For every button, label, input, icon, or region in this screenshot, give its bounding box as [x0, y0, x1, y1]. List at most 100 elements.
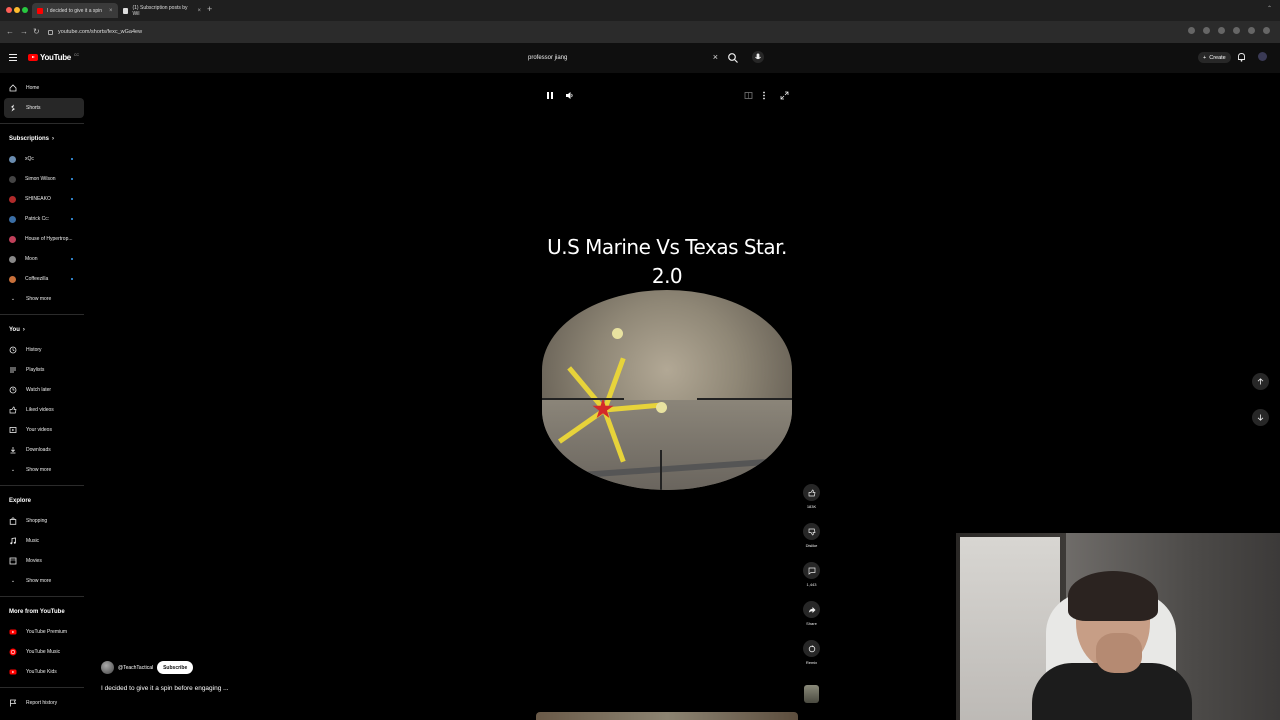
sidebar-item-subscription[interactable]: Simon Wilson: [0, 169, 84, 189]
chevron-down-icon: ⌄: [10, 467, 16, 473]
show-more-you[interactable]: ⌄ Show more: [0, 460, 84, 480]
like-action[interactable]: 183K: [803, 484, 820, 509]
sidebar-item-subscription[interactable]: Moon: [0, 249, 84, 269]
forward-icon[interactable]: →: [20, 27, 28, 36]
next-short-preview[interactable]: [536, 712, 798, 720]
sidebar-item-subscription[interactable]: Coffeezilla: [0, 269, 84, 289]
new-tab-icon[interactable]: +: [207, 4, 212, 14]
menu-icon[interactable]: [1263, 27, 1270, 34]
close-window-icon[interactable]: [6, 7, 12, 13]
video-caption[interactable]: I decided to give it a spin before engag…: [101, 685, 229, 692]
remix-action[interactable]: Remix: [803, 640, 820, 665]
sidebar-item-shorts[interactable]: Shorts: [4, 98, 84, 118]
sidebar-item-watch-later[interactable]: Watch later: [0, 380, 84, 400]
sidebar-section-you[interactable]: You ›: [0, 320, 84, 340]
channel-name[interactable]: @TeachTactical: [118, 665, 153, 671]
chevron-right-icon: ›: [22, 327, 25, 333]
music-icon: [10, 537, 16, 545]
minimize-window-icon[interactable]: [14, 7, 20, 13]
sidebar-item-subscription[interactable]: xQc: [0, 149, 84, 169]
sidebar-item-subscription[interactable]: House of Hypertrop...: [0, 229, 84, 249]
sound-thumbnail[interactable]: [804, 685, 819, 703]
reload-icon[interactable]: ↻: [33, 27, 40, 36]
profile-icon[interactable]: [1248, 27, 1255, 34]
sidebar-item-playlists[interactable]: Playlists: [0, 360, 84, 380]
fullscreen-icon[interactable]: [780, 91, 789, 100]
notifications-bell-icon[interactable]: [1237, 52, 1246, 62]
sidebar-item-home[interactable]: Home: [0, 78, 84, 98]
search-input[interactable]: professor jiang ×: [520, 50, 722, 66]
share-action[interactable]: Share: [803, 601, 820, 626]
maximize-window-icon[interactable]: [22, 7, 28, 13]
person-hand: [1096, 633, 1142, 673]
sidebar-item-label: SHINEAKO: [25, 196, 51, 202]
microphone-icon[interactable]: [752, 51, 764, 63]
sidebar-item-label: xQc: [25, 156, 34, 162]
back-icon[interactable]: ←: [6, 27, 14, 36]
captions-icon[interactable]: [744, 91, 753, 100]
close-tab-icon[interactable]: ×: [109, 8, 113, 14]
next-short-button[interactable]: [1252, 409, 1269, 426]
sidebar-item-label: History: [26, 347, 42, 353]
browser-tab[interactable]: (1) Subscription posts by Wil ×: [118, 3, 206, 18]
pause-icon[interactable]: [546, 91, 554, 100]
bookmark-icon[interactable]: [1203, 27, 1210, 34]
comments-button[interactable]: [803, 562, 820, 579]
sidebar-item-subscription[interactable]: SHINEAKO: [0, 189, 84, 209]
sidebar-item-movies[interactable]: Movies: [0, 551, 84, 571]
volume-icon[interactable]: [565, 91, 574, 100]
comment-count: 1,443: [806, 582, 817, 587]
sidebar-item-label: YouTube Kids: [26, 669, 57, 675]
sidebar-item-label: Shorts: [26, 105, 41, 111]
previous-short-button[interactable]: [1252, 373, 1269, 390]
sidebar-item-label: YouTube Music: [26, 649, 61, 655]
section-title: Subscriptions: [9, 136, 50, 142]
browser-tab-active[interactable]: I decided to give it a spin ×: [32, 3, 118, 18]
sidebar-section-subscriptions[interactable]: Subscriptions ›: [0, 129, 84, 149]
sidebar-item-history[interactable]: History: [0, 340, 84, 360]
search-icon[interactable]: [727, 52, 739, 64]
sidebar-item-youtube-music[interactable]: YouTube Music: [0, 642, 84, 662]
sidebar-item-music[interactable]: Music: [0, 531, 84, 551]
channel-avatar[interactable]: [101, 661, 114, 674]
show-more-subscriptions[interactable]: ⌄ Show more: [0, 289, 84, 309]
dislike-button[interactable]: [803, 523, 820, 540]
extension-icon[interactable]: [1233, 27, 1240, 34]
video-title-line: 2.0: [651, 264, 683, 288]
sidebar-item-youtube-premium[interactable]: YouTube Premium: [0, 622, 84, 642]
x-favicon-icon: [123, 7, 129, 14]
clear-search-icon[interactable]: ×: [713, 52, 718, 62]
remix-button[interactable]: [803, 640, 820, 657]
site-info-icon[interactable]: [48, 29, 53, 35]
extension-icon[interactable]: [1188, 27, 1195, 34]
share-button[interactable]: [803, 601, 820, 618]
logo-country-code: CC: [73, 53, 79, 57]
sidebar-item-liked-videos[interactable]: Liked videos: [0, 400, 84, 420]
url-field[interactable]: youtube.com/shorts/fexc_wGa4ew: [48, 26, 1268, 38]
extension-icon[interactable]: [1218, 27, 1225, 34]
sidebar-item-downloads[interactable]: Downloads: [0, 440, 84, 460]
close-tab-icon[interactable]: ×: [197, 8, 201, 14]
sidebar-item-your-videos[interactable]: Your videos: [0, 420, 84, 440]
more-options-icon[interactable]: [762, 91, 766, 100]
youtube-logo[interactable]: YouTube CC: [28, 53, 79, 62]
sidebar-item-youtube-kids[interactable]: YouTube Kids: [0, 662, 84, 682]
shorts-video-player[interactable]: U.S Marine Vs Texas Star. 2.0: [536, 78, 798, 704]
sidebar-item-shopping[interactable]: Shopping: [0, 511, 84, 531]
like-button[interactable]: [803, 484, 820, 501]
chevron-up-icon[interactable]: ⌃: [1267, 5, 1272, 12]
youtube-premium-icon: [9, 629, 17, 635]
account-avatar[interactable]: [1258, 52, 1267, 61]
guide-menu-icon[interactable]: [9, 54, 17, 61]
dislike-action[interactable]: Dislike: [803, 523, 820, 548]
sidebar-section-explore: Explore: [0, 491, 84, 511]
channel-row: @TeachTactical Subscribe: [101, 661, 194, 674]
sidebar-item-subscription[interactable]: Patrick Cc:: [0, 209, 84, 229]
divider: [0, 687, 84, 688]
subscribe-button[interactable]: Subscribe: [157, 661, 194, 674]
sidebar-item-report-history[interactable]: Report history: [0, 693, 84, 713]
comments-action[interactable]: 1,443: [803, 562, 820, 587]
section-title: More from YouTube: [9, 609, 65, 615]
create-button[interactable]: + Create: [1198, 52, 1231, 63]
show-more-explore[interactable]: ⌄ Show more: [0, 571, 84, 591]
